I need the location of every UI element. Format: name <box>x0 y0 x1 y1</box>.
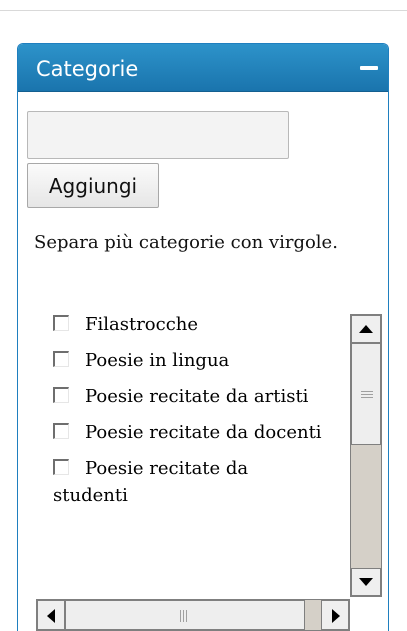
triangle-right-icon <box>332 609 340 623</box>
category-list-box: Filastrocche Poesie in lingua Poesie rec… <box>36 311 388 631</box>
horizontal-scroll-thumb[interactable] <box>65 600 305 630</box>
category-checkbox[interactable] <box>53 459 69 475</box>
category-label: Poesie recitate da artisti <box>85 386 309 407</box>
vertical-scrollbar[interactable] <box>350 314 382 597</box>
panel-title: Categorie <box>36 57 139 81</box>
category-label: Poesie recitate da docenti <box>85 422 322 443</box>
triangle-down-icon <box>359 578 373 586</box>
category-label: Poesie recitate da studenti <box>53 458 249 506</box>
category-label: Poesie in lingua <box>85 350 230 371</box>
triangle-left-icon <box>47 609 55 623</box>
new-category-input[interactable] <box>27 111 289 159</box>
category-checkbox[interactable] <box>53 387 69 403</box>
triangle-up-icon <box>359 325 373 333</box>
category-checkbox[interactable] <box>53 315 69 331</box>
list-item: Filastrocche <box>36 311 323 338</box>
add-category-button[interactable]: Aggiungi <box>27 163 159 208</box>
categories-panel: Categorie Aggiungi Separa più categorie … <box>17 43 389 631</box>
category-checkbox[interactable] <box>53 351 69 367</box>
category-checkbox[interactable] <box>53 423 69 439</box>
collapse-button[interactable] <box>340 44 388 92</box>
scroll-down-button[interactable] <box>351 568 381 596</box>
vertical-scroll-thumb[interactable] <box>351 343 381 445</box>
top-divider <box>0 10 407 11</box>
scroll-right-button[interactable] <box>321 600 349 630</box>
list-item: Poesie recitate da docenti <box>36 419 323 446</box>
panel-header: Categorie <box>18 44 388 92</box>
category-label: Filastrocche <box>85 314 199 335</box>
minus-icon <box>360 66 378 70</box>
list-item: Poesie recitate da artisti <box>36 383 323 410</box>
category-list: Filastrocche Poesie in lingua Poesie rec… <box>36 311 348 599</box>
hint-text: Separa più categorie con virgole. <box>34 232 338 253</box>
horizontal-scrollbar[interactable] <box>36 599 350 631</box>
scroll-up-button[interactable] <box>351 315 381 343</box>
list-item: Poesie recitate da studenti <box>36 455 323 509</box>
scroll-left-button[interactable] <box>37 600 65 630</box>
list-item: Poesie in lingua <box>36 347 323 374</box>
